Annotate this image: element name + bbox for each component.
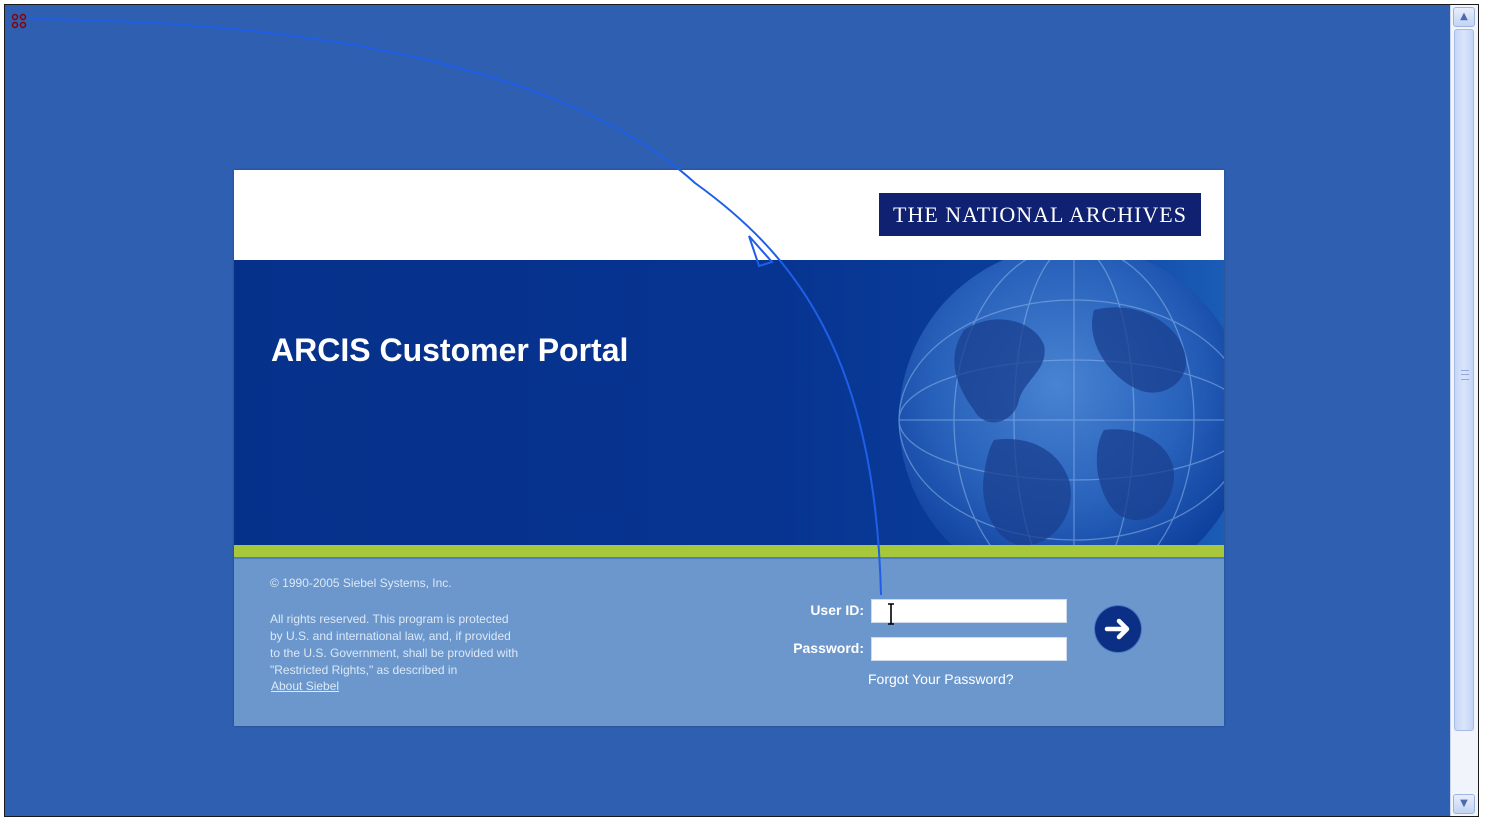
drag-handle-icon[interactable] (11, 13, 29, 31)
scroll-thumb[interactable] (1454, 29, 1474, 731)
portal-header: THE NATIONAL ARCHIVES (234, 170, 1224, 260)
login-panel: THE NATIONAL ARCHIVES ARCIS Customer Por… (234, 170, 1224, 726)
chevron-down-icon[interactable]: ▼ (1453, 794, 1475, 814)
vertical-scrollbar[interactable]: ▲ ▼ (1450, 5, 1478, 816)
chevron-up-icon[interactable]: ▲ (1453, 7, 1475, 27)
grip-icon (1461, 370, 1469, 380)
about-siebel-link[interactable]: About Siebel (271, 679, 339, 693)
password-field[interactable] (871, 637, 1067, 661)
login-footer: © 1990-2005 Siebel Systems, Inc. All rig… (234, 559, 1224, 726)
password-label: Password: (793, 640, 864, 656)
forgot-password-link[interactable]: Forgot Your Password? (868, 671, 1014, 687)
text-cursor-icon (888, 603, 894, 625)
page-title: ARCIS Customer Portal (271, 332, 629, 368)
accent-stripe (234, 545, 1224, 557)
page-viewport: THE NATIONAL ARCHIVES ARCIS Customer Por… (5, 5, 1450, 816)
national-archives-logo: THE NATIONAL ARCHIVES (879, 193, 1201, 236)
user-id-field[interactable] (871, 599, 1067, 623)
user-id-label: User ID: (810, 602, 864, 618)
portal-banner: ARCIS Customer Portal (234, 260, 1224, 545)
rights-notice: All rights reserved. This program is pro… (270, 612, 519, 677)
copyright-text: © 1990-2005 Siebel Systems, Inc. (270, 576, 452, 590)
globe-image (898, 260, 1224, 545)
arrow-right-icon (1104, 618, 1130, 640)
login-submit-button[interactable] (1095, 606, 1141, 652)
browser-frame: THE NATIONAL ARCHIVES ARCIS Customer Por… (4, 4, 1479, 817)
